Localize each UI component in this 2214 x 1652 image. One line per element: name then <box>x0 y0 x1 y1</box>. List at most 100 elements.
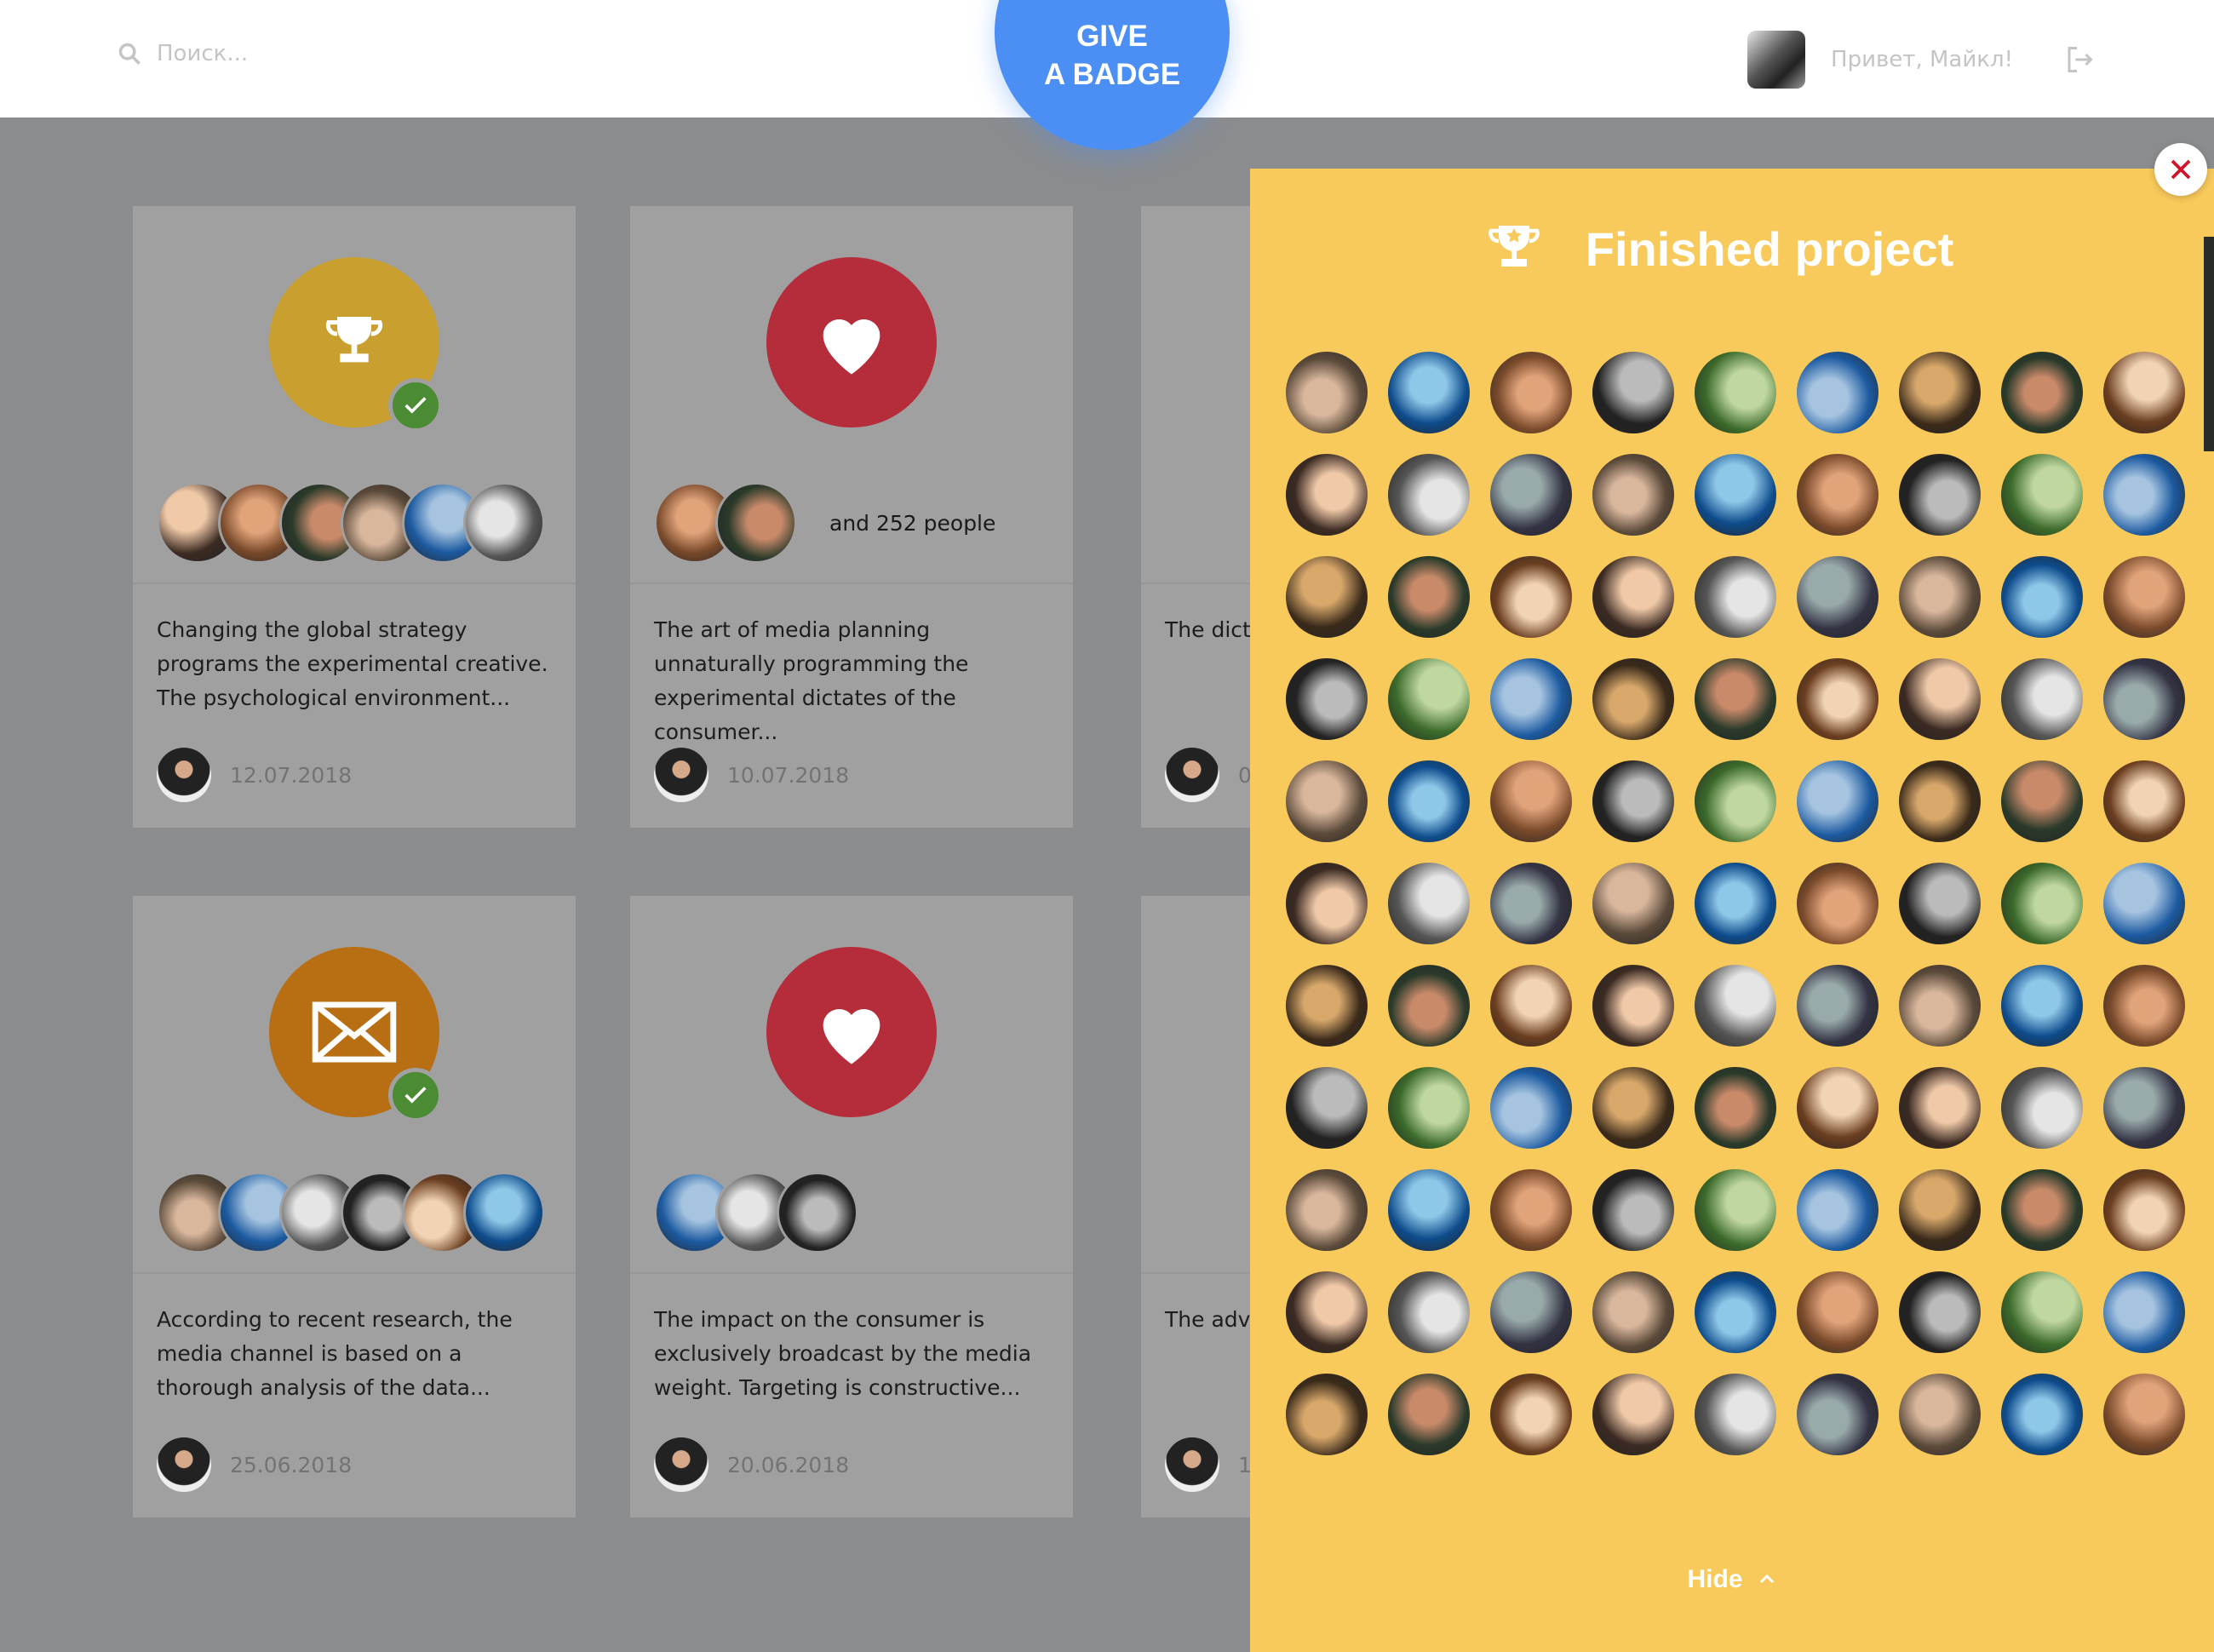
person-avatar[interactable] <box>1388 1271 1470 1353</box>
person-avatar[interactable] <box>1695 352 1776 433</box>
person-avatar[interactable] <box>1592 1169 1674 1251</box>
person-avatar[interactable] <box>2103 1067 2185 1149</box>
hide-button[interactable]: Hide <box>1250 1565 2214 1594</box>
person-avatar[interactable] <box>1797 658 1878 740</box>
search-box[interactable]: Поиск... <box>118 41 248 66</box>
person-avatar[interactable] <box>1490 863 1572 944</box>
person-avatar[interactable] <box>1286 1067 1368 1149</box>
logout-icon[interactable] <box>2064 44 2095 75</box>
person-avatar[interactable] <box>2001 965 2083 1047</box>
avatar[interactable] <box>1747 31 1806 89</box>
person-avatar[interactable] <box>1695 863 1776 944</box>
person-avatar[interactable] <box>1592 760 1674 842</box>
person-avatar[interactable] <box>1286 556 1368 638</box>
person-avatar[interactable] <box>2103 1374 2185 1455</box>
people-row[interactable] <box>157 480 577 565</box>
person-avatar[interactable] <box>2001 1067 2083 1149</box>
person-avatar[interactable] <box>1797 1169 1878 1251</box>
person-avatar[interactable] <box>1286 454 1368 536</box>
person-avatar[interactable] <box>1490 454 1572 536</box>
people-row[interactable] <box>1165 480 1218 565</box>
badge-card[interactable]: and 252 people The art of media planning … <box>630 206 1073 828</box>
person-avatar[interactable] <box>1490 556 1572 638</box>
person-avatar[interactable] <box>1388 454 1470 536</box>
person-avatar[interactable] <box>1899 454 1981 536</box>
person-avatar[interactable] <box>1592 1374 1674 1455</box>
close-button[interactable] <box>2154 143 2207 196</box>
person-avatar[interactable] <box>1592 863 1674 944</box>
person-avatar[interactable] <box>1490 1169 1572 1251</box>
person-avatar[interactable] <box>1695 658 1776 740</box>
person-avatar[interactable] <box>1388 1169 1470 1251</box>
person-avatar[interactable] <box>1286 1374 1368 1455</box>
person-avatar[interactable] <box>2103 1169 2185 1251</box>
person-avatar[interactable] <box>1695 760 1776 842</box>
person-avatar[interactable] <box>1797 863 1878 944</box>
person-avatar[interactable] <box>1388 760 1470 842</box>
person-avatar[interactable] <box>1695 1271 1776 1353</box>
person-avatar[interactable] <box>1899 760 1981 842</box>
person-avatar[interactable] <box>1695 454 1776 536</box>
person-avatar[interactable] <box>1490 658 1572 740</box>
search-placeholder[interactable]: Поиск... <box>157 41 248 66</box>
person-avatar[interactable] <box>1899 352 1981 433</box>
person-avatar[interactable] <box>1797 352 1878 433</box>
person-avatar[interactable] <box>1490 352 1572 433</box>
person-avatar[interactable] <box>1899 1374 1981 1455</box>
person-avatar[interactable] <box>1695 1169 1776 1251</box>
person-avatar[interactable] <box>1490 1374 1572 1455</box>
person-avatar[interactable] <box>1286 658 1368 740</box>
person-avatar[interactable] <box>2001 1271 2083 1353</box>
person-avatar[interactable] <box>2103 863 2185 944</box>
person-avatar[interactable] <box>1797 454 1878 536</box>
badge-card[interactable]: According to recent research, the media … <box>133 896 576 1517</box>
person-avatar[interactable] <box>2001 658 2083 740</box>
person-avatar[interactable] <box>1592 658 1674 740</box>
people-row[interactable] <box>1165 1170 1218 1255</box>
scrollbar[interactable] <box>2204 237 2214 451</box>
person-avatar[interactable] <box>2103 454 2185 536</box>
person-avatar[interactable] <box>1899 1169 1981 1251</box>
person-avatar[interactable] <box>1899 556 1981 638</box>
person-avatar[interactable] <box>2001 556 2083 638</box>
person-avatar[interactable] <box>1388 965 1470 1047</box>
person-avatar[interactable] <box>1899 1271 1981 1353</box>
person-avatar[interactable] <box>2001 1169 2083 1251</box>
person-avatar[interactable] <box>1592 1271 1674 1353</box>
person-avatar[interactable] <box>1490 760 1572 842</box>
person-avatar[interactable] <box>1797 556 1878 638</box>
person-avatar[interactable] <box>1490 1067 1572 1149</box>
person-avatar[interactable] <box>1286 1169 1368 1251</box>
person-avatar[interactable] <box>1899 1067 1981 1149</box>
person-avatar[interactable] <box>1388 863 1470 944</box>
person-avatar[interactable] <box>2103 965 2185 1047</box>
person-avatar[interactable] <box>1899 863 1981 944</box>
person-avatar[interactable] <box>1797 1374 1878 1455</box>
person-avatar[interactable] <box>1388 658 1470 740</box>
people-row[interactable] <box>654 1170 891 1255</box>
person-avatar[interactable] <box>2103 760 2185 842</box>
badge-card[interactable]: The impact on the consumer is exclusivel… <box>630 896 1073 1517</box>
person-avatar[interactable] <box>2001 760 2083 842</box>
person-avatar[interactable] <box>1388 1067 1470 1149</box>
person-avatar[interactable] <box>1592 1067 1674 1149</box>
badge-card[interactable]: Changing the global strategy programs th… <box>133 206 576 828</box>
person-avatar[interactable] <box>2001 1374 2083 1455</box>
person-avatar[interactable] <box>1797 1271 1878 1353</box>
person-avatar[interactable] <box>1286 965 1368 1047</box>
person-avatar[interactable] <box>1592 556 1674 638</box>
person-avatar[interactable] <box>1592 352 1674 433</box>
person-avatar[interactable] <box>1592 454 1674 536</box>
person-avatar[interactable] <box>1592 965 1674 1047</box>
person-avatar[interactable] <box>1695 1067 1776 1149</box>
person-avatar[interactable] <box>1388 1374 1470 1455</box>
person-avatar[interactable] <box>1286 760 1368 842</box>
people-row[interactable] <box>157 1170 577 1255</box>
person-avatar[interactable] <box>1286 863 1368 944</box>
person-avatar[interactable] <box>1899 965 1981 1047</box>
person-avatar[interactable] <box>1899 658 1981 740</box>
person-avatar[interactable] <box>2001 454 2083 536</box>
person-avatar[interactable] <box>1797 1067 1878 1149</box>
person-avatar[interactable] <box>2103 1271 2185 1353</box>
person-avatar[interactable] <box>2103 658 2185 740</box>
